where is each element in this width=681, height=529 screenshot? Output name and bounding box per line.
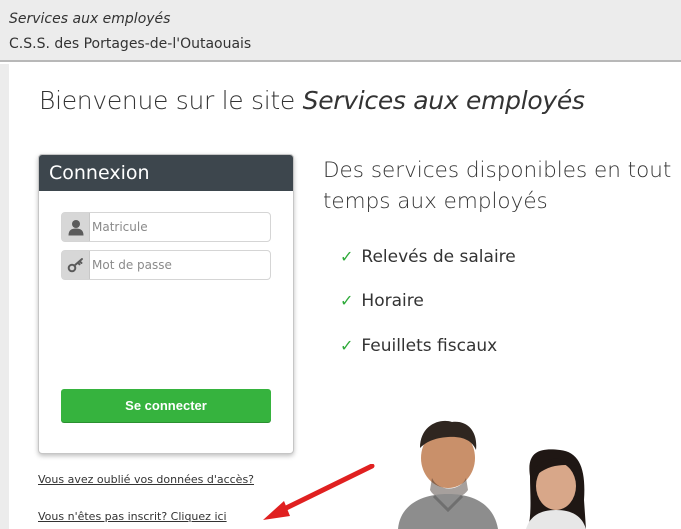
feature-item: ✓ Feuillets fiscaux xyxy=(340,336,497,356)
check-icon: ✓ xyxy=(340,291,354,310)
app-name: Services aux employés xyxy=(9,11,171,27)
feature-item: ✓ Relevés de salaire xyxy=(340,247,516,267)
employees-photo xyxy=(398,420,586,529)
feature-item: ✓ Horaire xyxy=(340,291,424,311)
login-panel: Connexion Se connecter xyxy=(38,154,294,454)
welcome-heading: Bienvenue sur le site Services aux emplo… xyxy=(39,86,585,115)
feature-label: Relevés de salaire xyxy=(361,247,516,267)
left-margin-bar xyxy=(0,64,9,529)
password-field[interactable] xyxy=(61,250,271,280)
check-icon: ✓ xyxy=(340,247,354,266)
welcome-site-name: Services aux employés xyxy=(302,86,585,115)
user-icon xyxy=(62,213,90,241)
login-title: Connexion xyxy=(39,155,293,191)
forgot-access-link[interactable]: Vous avez oublié vos données d'accès? xyxy=(38,473,254,486)
check-icon: ✓ xyxy=(340,336,354,355)
login-button[interactable]: Se connecter xyxy=(61,389,271,422)
feature-label: Feuillets fiscaux xyxy=(361,336,498,356)
promo-title: Des services disponibles en tout temps a… xyxy=(323,158,672,214)
password-input[interactable] xyxy=(92,251,267,279)
username-field[interactable] xyxy=(61,212,271,242)
username-input[interactable] xyxy=(92,213,267,241)
red-arrow-annotation xyxy=(263,464,375,520)
welcome-prefix: Bienvenue sur le site xyxy=(39,86,295,115)
register-link[interactable]: Vous n'êtes pas inscrit? Cliquez ici xyxy=(38,510,227,523)
organization-name: C.S.S. des Portages-de-l'Outaouais xyxy=(9,36,252,52)
key-icon xyxy=(62,251,90,279)
top-header: Services aux employés C.S.S. des Portage… xyxy=(0,0,681,62)
feature-label: Horaire xyxy=(361,291,424,311)
